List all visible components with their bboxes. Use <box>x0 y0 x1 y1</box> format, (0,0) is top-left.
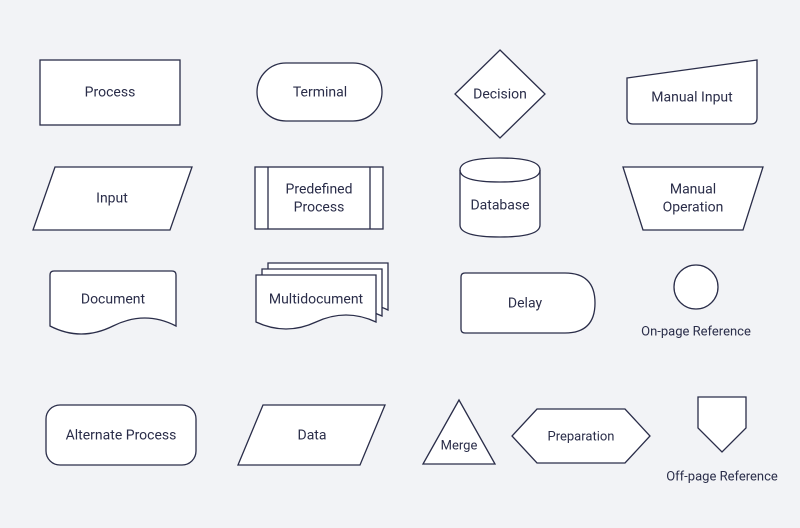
shape-preparation: Preparation <box>512 409 650 463</box>
shape-offpage-reference: Off-page Reference <box>666 397 778 484</box>
shape-merge: Merge <box>423 400 495 464</box>
label-process: Process <box>85 85 136 101</box>
label-merge: Merge <box>441 438 478 453</box>
label-manual-input: Manual Input <box>651 90 733 106</box>
label-decision: Decision <box>473 87 527 103</box>
shape-data: Data <box>238 405 385 465</box>
label-document: Document <box>81 292 146 308</box>
label-altproc: Alternate Process <box>66 428 177 444</box>
shape-input: Input <box>33 167 192 230</box>
shape-delay: Delay <box>461 273 595 333</box>
label-manop1: Manual <box>670 182 716 198</box>
label-delay: Delay <box>508 296 543 312</box>
shape-multidocument: Multidocument <box>256 263 388 329</box>
shape-database: Database <box>460 158 540 237</box>
shape-manual-input: Manual Input <box>627 60 757 124</box>
label-database: Database <box>470 198 529 214</box>
shape-terminal: Terminal <box>257 63 382 121</box>
flowchart-shapes-diagram: Process Terminal Decision Manual Input I… <box>0 0 800 528</box>
label-terminal: Terminal <box>293 85 347 101</box>
shape-process: Process <box>40 60 180 125</box>
shape-predefined-process: Predefined Process <box>255 167 383 229</box>
label-manop2: Operation <box>663 200 724 216</box>
shape-alternate-process: Alternate Process <box>46 405 196 465</box>
shape-decision: Decision <box>455 50 545 138</box>
shape-manual-operation: Manual Operation <box>623 167 763 230</box>
label-predef1: Predefined <box>286 182 353 198</box>
shape-document: Document <box>50 271 176 334</box>
label-multidocument: Multidocument <box>269 292 364 308</box>
label-predef2: Process <box>294 200 345 216</box>
label-data: Data <box>298 428 327 444</box>
label-preparation: Preparation <box>548 429 615 444</box>
label-offpage: Off-page Reference <box>666 469 778 484</box>
label-onpage: On-page Reference <box>641 324 751 339</box>
label-input: Input <box>96 191 128 207</box>
shape-onpage-reference: On-page Reference <box>641 265 751 339</box>
